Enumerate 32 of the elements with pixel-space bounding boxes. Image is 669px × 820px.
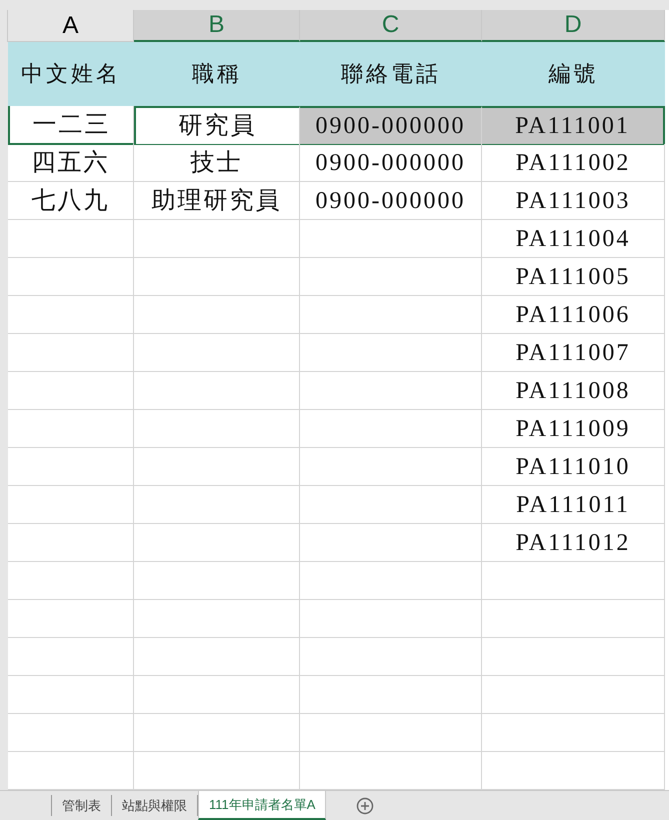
table-cell: PA111010: [482, 448, 665, 486]
table-cell: PA111002: [482, 144, 665, 182]
table-header-cell: 中文姓名: [8, 42, 134, 106]
row-header[interactable]: [0, 752, 8, 790]
table-cell: PA111004: [482, 220, 665, 258]
column-header[interactable]: B: [134, 10, 300, 42]
table-cell: 一二三: [8, 106, 134, 145]
table-cell: PA111001: [482, 106, 665, 145]
table-cell: 0900-000000: [300, 182, 482, 220]
table-cell: 七八九: [8, 182, 134, 220]
column-header[interactable]: D: [482, 10, 665, 42]
table-cell: PA111012: [482, 524, 665, 562]
table-cell: PA111009: [482, 410, 665, 448]
table-cell: PA111006: [482, 296, 665, 334]
sheet-tab[interactable]: 111年申請者名單A: [198, 791, 326, 820]
table-cell: PA111007: [482, 334, 665, 372]
table-cell: 助理研究員: [134, 182, 300, 220]
table-cell: PA111008: [482, 372, 665, 410]
table-header-cell: 職稱: [134, 42, 300, 106]
table-cell: PA111011: [482, 486, 665, 524]
column-header[interactable]: C: [300, 10, 482, 42]
plus-icon: [356, 796, 374, 814]
column-header[interactable]: A: [8, 10, 134, 42]
table-cell: 技士: [134, 144, 300, 182]
table-cell: 0900-000000: [300, 106, 482, 145]
sheet-tab[interactable]: 管制表: [52, 795, 112, 816]
table-cell: PA111003: [482, 182, 665, 220]
table-cell: PA111005: [482, 258, 665, 296]
table-header-cell: 編號: [482, 42, 665, 106]
table-cell: 0900-000000: [300, 144, 482, 182]
table-cell: 四五六: [8, 144, 134, 182]
table-header-cell: 聯絡電話: [300, 42, 482, 106]
